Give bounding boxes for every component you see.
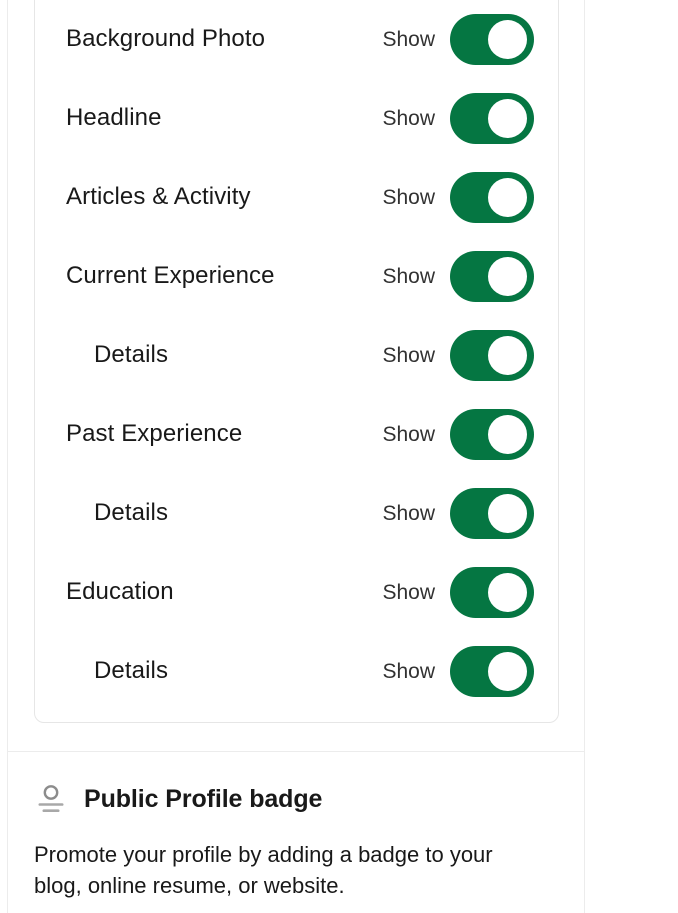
visibility-toggle[interactable] xyxy=(450,567,534,618)
visibility-toggle[interactable] xyxy=(450,488,534,539)
public-profile-badge-icon xyxy=(34,782,68,816)
toggle-knob xyxy=(488,257,527,296)
visibility-toggle[interactable] xyxy=(450,251,534,302)
toggle-knob xyxy=(488,20,527,59)
visibility-state-label: Show xyxy=(382,501,435,525)
visibility-row: Past Experience Show xyxy=(35,395,558,474)
visibility-row-label: Headline xyxy=(66,104,162,132)
toggle-knob xyxy=(488,99,527,138)
visibility-state-label: Show xyxy=(382,659,435,683)
visibility-toggle[interactable] xyxy=(450,330,534,381)
toggle-knob xyxy=(488,494,527,533)
visibility-row-label: Articles & Activity xyxy=(66,183,251,211)
visibility-row: Details Show xyxy=(35,474,558,553)
visibility-row-label: Details xyxy=(94,499,169,527)
badge-description: Promote your profile by adding a badge t… xyxy=(34,842,493,899)
toggle-knob xyxy=(488,415,527,454)
visibility-row-label: Past Experience xyxy=(66,420,243,448)
visibility-row-label: Details xyxy=(94,657,169,685)
profile-visibility-card: Background Photo Show Headline Show Articles… xyxy=(34,0,559,723)
visibility-row: Details Show xyxy=(35,632,558,711)
visibility-row-label: Details xyxy=(94,341,169,369)
visibility-row: Current Experience Show xyxy=(35,237,558,316)
visibility-row-label: Education xyxy=(66,578,174,606)
visibility-toggle[interactable] xyxy=(450,93,534,144)
visibility-state-label: Show xyxy=(382,185,435,209)
public-profile-settings-page: Background Photo Show Headline Show Articles… xyxy=(0,0,678,913)
toggle-knob xyxy=(488,573,527,612)
visibility-row-label: Background Photo xyxy=(66,25,266,53)
visibility-state-label: Show xyxy=(382,343,435,367)
visibility-row-label: Current Experience xyxy=(66,262,275,290)
public-profile-badge-section: Public Profile badge Promote your profil… xyxy=(8,752,584,901)
visibility-toggle[interactable] xyxy=(450,646,534,697)
badge-title: Public Profile badge xyxy=(84,784,323,813)
visibility-row: Articles & Activity Show xyxy=(35,158,558,237)
toggle-knob xyxy=(488,652,527,691)
settings-panel: Background Photo Show Headline Show Articles… xyxy=(7,0,585,913)
badge-header: Public Profile badge xyxy=(34,782,558,816)
toggle-knob xyxy=(488,336,527,375)
visibility-row-list: Background Photo Show Headline Show Articles… xyxy=(35,0,558,711)
visibility-state-label: Show xyxy=(382,422,435,446)
visibility-row: Background Photo Show xyxy=(35,0,558,79)
visibility-toggle[interactable] xyxy=(450,172,534,223)
visibility-toggle[interactable] xyxy=(450,14,534,65)
visibility-row: Headline Show xyxy=(35,79,558,158)
visibility-state-label: Show xyxy=(382,27,435,51)
visibility-state-label: Show xyxy=(382,580,435,604)
visibility-toggle[interactable] xyxy=(450,409,534,460)
visibility-row: Education Show xyxy=(35,553,558,632)
visibility-state-label: Show xyxy=(382,106,435,130)
visibility-state-label: Show xyxy=(382,264,435,288)
toggle-knob xyxy=(488,178,527,217)
visibility-row: Details Show xyxy=(35,316,558,395)
